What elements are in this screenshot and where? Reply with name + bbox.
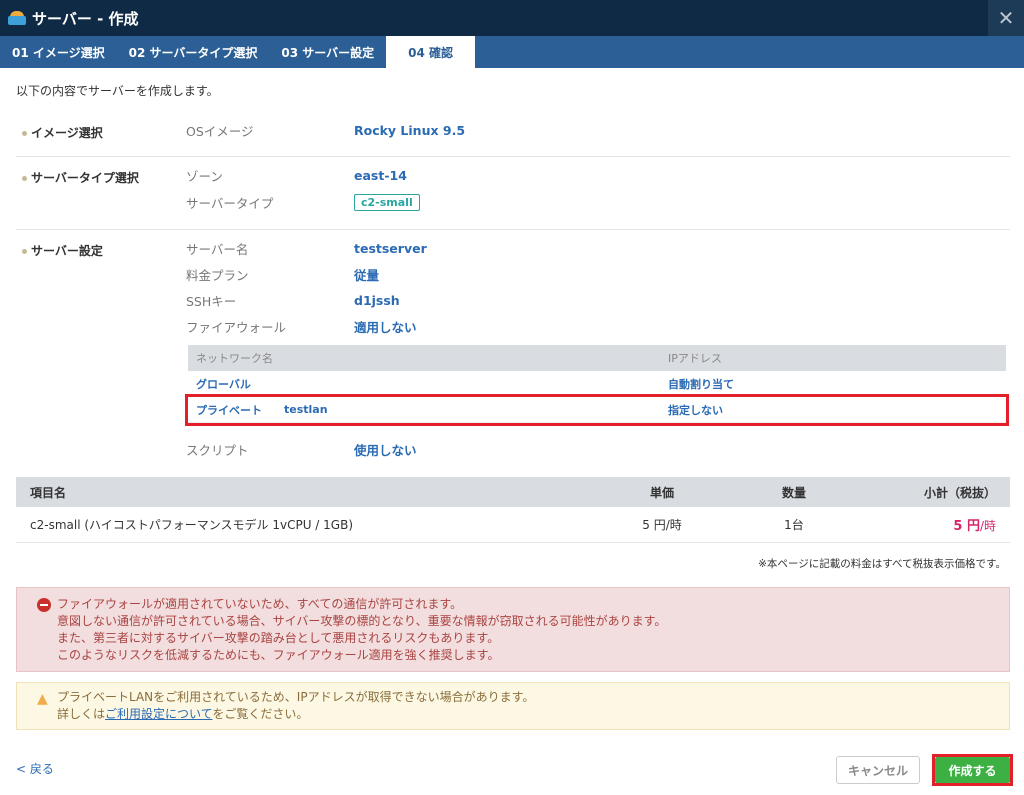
zone-label: ゾーン — [186, 168, 223, 184]
server-logo-icon — [8, 11, 26, 25]
tab-confirm[interactable]: 04 確認 — [386, 36, 476, 68]
price-table-row: c2-small (ハイコストパフォーマンスモデル 1vCPU / 1GB) 5… — [16, 507, 1010, 543]
os-image-row: OSイメージ Rocky Linux 9.5 — [186, 120, 465, 140]
network-table: ネットワーク名 IPアドレス グローバル 自動割り当て プライベート testl… — [185, 345, 1009, 426]
server-name-row: サーバー名 testserver — [186, 238, 427, 258]
server-name-value: testserver — [354, 240, 427, 256]
wizard-tabs: 01 イメージ選択 02 サーバータイプ選択 03 サーバー設定 04 確認 — [0, 36, 1024, 68]
firewall-label: ファイアウォール — [186, 319, 287, 335]
network-row-private: プライベート testlan 指定しない — [185, 394, 1009, 426]
price-table: 項目名 単価 数量 小計（税抜） c2-small (ハイコストパフォーマンスモ… — [16, 477, 1010, 543]
network-ip: 指定しない — [668, 403, 723, 417]
server-name-label: サーバー名 — [186, 241, 249, 257]
firewall-warning-alert: ファイアウォールが適用されていないため、すべての通信が許可されます。 意図しない… — [16, 587, 1010, 672]
network-type: グローバル — [196, 377, 251, 391]
bullet-icon — [22, 176, 27, 181]
network-table-header: ネットワーク名 IPアドレス — [188, 345, 1006, 371]
bullet-icon — [22, 249, 27, 254]
alert-line: このようなリスクを低減するためにも、ファイアウォール適用を強く推奨します。 — [57, 648, 500, 662]
script-row: スクリプト 使用しない — [186, 439, 417, 459]
bullet-icon — [22, 131, 27, 136]
section-title-server-settings: サーバー設定 — [22, 242, 103, 259]
unit-price-header: 単価 — [649, 485, 674, 500]
alert-line: また、第三者に対するサイバー攻撃の踏み台として悪用されるリスクもあります。 — [57, 631, 500, 645]
tax-note: ※本ページに記載の料金はすべて税抜表示価格です。 — [758, 558, 1006, 570]
alert-line: 詳しくはご利用設定についてをご覧ください。 — [57, 707, 309, 721]
tab-server-type-select[interactable]: 02 サーバータイプ選択 — [117, 36, 270, 68]
script-label: スクリプト — [186, 442, 249, 458]
ssh-key-row: SSHキー d1jssh — [186, 290, 400, 310]
subtotal-header: 小計（税抜） — [923, 485, 996, 500]
network-name-header: ネットワーク名 — [196, 352, 273, 365]
cancel-button[interactable]: キャンセル — [836, 756, 920, 784]
pricing-plan-label: 料金プラン — [186, 267, 249, 283]
ip-address-header: IPアドレス — [668, 352, 722, 365]
network-type: プライベート — [196, 403, 262, 417]
pricing-plan-value: 従量 — [354, 267, 380, 283]
minus-circle-icon — [37, 598, 51, 612]
tab-image-select[interactable]: 01 イメージ選択 — [0, 36, 117, 68]
section-title-image: イメージ選択 — [22, 124, 103, 141]
intro-text: 以下の内容でサーバーを作成します。 — [16, 84, 219, 98]
script-value: 使用しない — [354, 442, 417, 458]
server-type-badge: c2-small — [354, 193, 420, 211]
server-type-section: サーバータイプ選択 ゾーン east-14 サーバータイプ c2-small — [16, 157, 1010, 230]
firewall-value: 適用しない — [354, 319, 417, 335]
os-image-label: OSイメージ — [186, 123, 254, 139]
subtotal-amount: 5 円 — [953, 519, 980, 534]
network-name: testlan — [284, 403, 328, 416]
item-name: c2-small (ハイコストパフォーマンスモデル 1vCPU / 1GB) — [30, 518, 354, 532]
firewall-row: ファイアウォール 適用しない — [186, 316, 417, 336]
alert-line: 意図しない通信が許可されている場合、サイバー攻撃の標的となり、重要な情報が窃取さ… — [57, 614, 667, 628]
quantity-header: 数量 — [781, 485, 806, 500]
network-row-global: グローバル 自動割り当て — [188, 371, 1006, 397]
title-bar: サーバー - 作成 ✕ — [0, 0, 1024, 36]
tab-server-settings[interactable]: 03 サーバー設定 — [269, 36, 386, 68]
server-type-label: サーバータイプ — [186, 195, 274, 211]
os-image-value: Rocky Linux 9.5 — [354, 122, 466, 138]
image-section: イメージ選択 OSイメージ Rocky Linux 9.5 — [16, 112, 1010, 157]
network-ip: 自動割り当て — [668, 377, 734, 391]
alert-line: プライベートLANをご利用されているため、IPアドレスが取得できない場合がありま… — [57, 690, 535, 704]
quantity: 1台 — [784, 518, 804, 532]
section-title-server-type: サーバータイプ選択 — [22, 169, 139, 186]
subtotal: 5 円/時 — [860, 515, 1010, 534]
window-title: サーバー - 作成 — [32, 9, 139, 28]
ssh-key-label: SSHキー — [186, 293, 237, 309]
usage-settings-link[interactable]: ご利用設定について — [105, 707, 212, 721]
warning-triangle-icon: ▲ — [37, 691, 48, 707]
create-button-highlight: 作成する — [932, 754, 1013, 786]
subtotal-unit: /時 — [979, 519, 996, 533]
pricing-plan-row: 料金プラン 従量 — [186, 264, 379, 284]
back-link[interactable]: < 戻る — [16, 760, 54, 777]
ssh-key-value: d1jssh — [354, 292, 400, 308]
item-name-header: 項目名 — [30, 485, 67, 500]
price-table-header: 項目名 単価 数量 小計（税抜） — [16, 477, 1010, 507]
close-icon[interactable]: ✕ — [988, 0, 1024, 36]
unit-price: 5 円/時 — [642, 518, 682, 532]
zone-row: ゾーン east-14 — [186, 165, 407, 185]
create-button[interactable]: 作成する — [935, 757, 1010, 783]
server-type-row: サーバータイプ c2-small — [186, 192, 420, 212]
zone-value: east-14 — [354, 167, 407, 183]
alert-line: ファイアウォールが適用されていないため、すべての通信が許可されます。 — [57, 597, 463, 611]
private-lan-warning-alert: ▲ プライベートLANをご利用されているため、IPアドレスが取得できない場合があ… — [16, 682, 1010, 730]
